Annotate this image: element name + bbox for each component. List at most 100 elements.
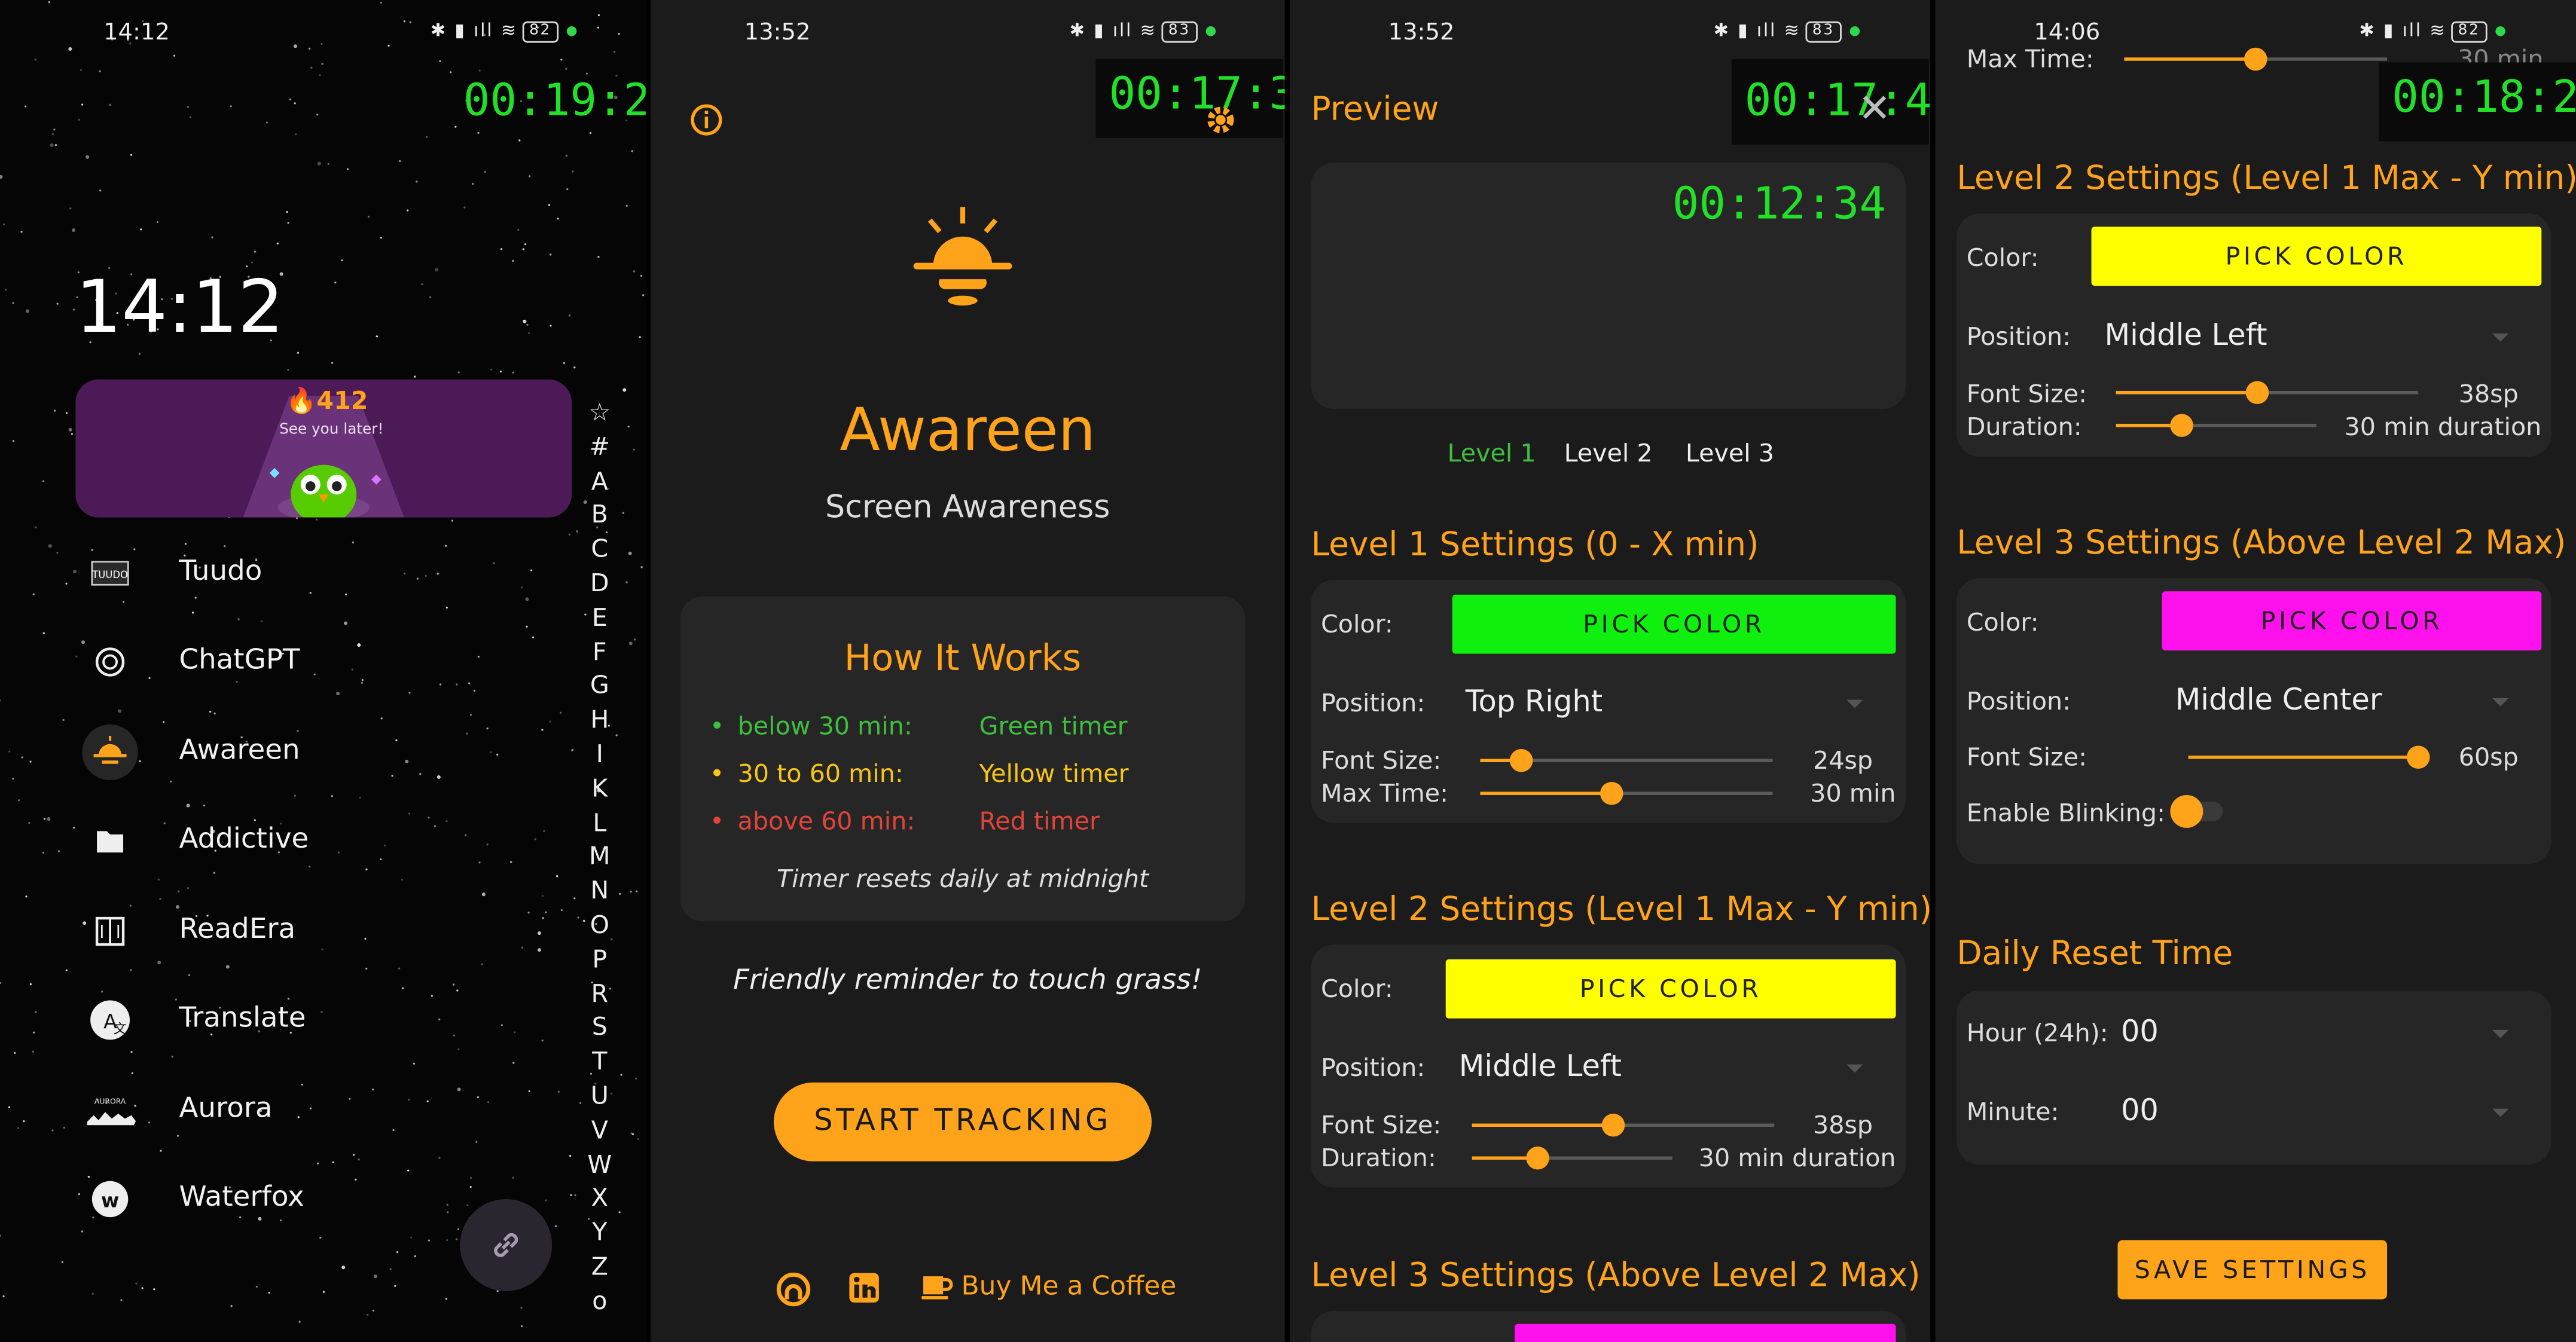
slider-thumb[interactable] [1527, 1147, 1550, 1170]
alphabet-index-letter[interactable]: H [583, 704, 616, 738]
reset-minute-select[interactable]: 00 [2121, 1094, 2159, 1129]
folder-icon [97, 831, 124, 853]
status-bar-time: 14:06 [2034, 19, 2101, 46]
level1-settings-title: Level 1 Settings (0 - X min) [1311, 524, 1759, 564]
tab-level-1[interactable]: Level 1 [1448, 439, 1536, 468]
level1-position-select[interactable]: Top Right [1466, 685, 1603, 720]
alphabet-index-letter[interactable]: R [583, 977, 616, 1011]
level2-pick-color-button[interactable]: PICK COLOR [1445, 959, 1896, 1019]
alphabet-index-letter[interactable]: C [583, 533, 616, 567]
position-label: Position: [1966, 322, 2071, 352]
link-fab-button[interactable] [460, 1199, 553, 1291]
alphabet-index-letter[interactable]: K [583, 772, 616, 806]
alphabet-index-letter[interactable]: S [583, 1011, 616, 1045]
alphabet-index-letter[interactable]: M [583, 840, 616, 874]
app-drawer-item-readera[interactable]: ReadEra [82, 900, 575, 962]
level2-pick-color-button[interactable]: PICK COLOR [2091, 227, 2542, 286]
level2-font-size-slider[interactable] [1472, 1114, 1775, 1137]
reset-hour-select[interactable]: 00 [2121, 1015, 2159, 1050]
linkedin-icon[interactable] [848, 1271, 881, 1304]
tab-level-2[interactable]: Level 2 [1564, 439, 1653, 468]
alphabet-index-letter[interactable]: W [583, 1147, 616, 1181]
touch-grass-reminder: Friendly reminder to touch grass! [733, 964, 1202, 997]
overlay-timer: 00:19:22 [463, 75, 646, 127]
info-icon[interactable] [688, 102, 724, 137]
status-bar-time: 13:52 [1388, 19, 1455, 46]
level1-max-time-slider[interactable] [1480, 781, 1773, 805]
privacy-dot [1205, 26, 1216, 36]
alphabet-index-letter[interactable]: T [583, 1045, 616, 1079]
app-drawer-item-tuudo[interactable]: TUUDO Tuudo [82, 542, 575, 604]
settings-preview-screen: 13:52 ✱ ▮ ıll ≋83 Preview 00:17:48 ✕ 00:… [1289, 0, 1931, 1342]
app-drawer-item-translate[interactable]: A 文 Translate [82, 989, 575, 1051]
level2-position-select[interactable]: Middle Left [2104, 319, 2267, 353]
save-settings-button[interactable]: SAVE SETTINGS [2117, 1240, 2388, 1300]
slider-fill [2188, 756, 2419, 759]
slider-thumb[interactable] [2407, 745, 2430, 769]
app-name: Addictive [179, 823, 309, 856]
slider-thumb[interactable] [1600, 781, 1623, 805]
github-icon[interactable] [776, 1271, 811, 1307]
alphabet-index-letter[interactable]: A [583, 464, 616, 499]
app-drawer-item-addictive[interactable]: Addictive [82, 810, 575, 872]
alphabet-index-letter[interactable]: U [583, 1079, 616, 1113]
slider-thumb[interactable] [1603, 1114, 1626, 1137]
book-icon [95, 916, 125, 946]
app-drawer-item-awareen[interactable]: Awareen [82, 721, 575, 783]
level1-pick-color-button[interactable]: PICK COLOR [1452, 594, 1896, 654]
level1-font-size-value: 24sp [1812, 745, 1873, 775]
alphabet-index-letter[interactable]: Y [583, 1216, 616, 1250]
alphabet-index-letter[interactable]: V [583, 1113, 616, 1147]
alphabet-index-letter[interactable]: X [583, 1182, 616, 1216]
slider-thumb[interactable] [1509, 749, 1533, 772]
alphabet-index-letter[interactable]: B [583, 499, 616, 533]
level1-font-size-slider[interactable] [1480, 749, 1773, 772]
waterfox-icon: w [91, 1181, 129, 1218]
duo-owl-icon [291, 464, 357, 518]
slider-thumb[interactable] [2244, 47, 2267, 71]
buy-me-coffee-link[interactable]: Buy Me a Coffee [920, 1268, 1176, 1301]
level3-font-size-slider[interactable] [2188, 745, 2430, 769]
alphabet-index-letter[interactable]: E [583, 601, 616, 635]
enable-blinking-toggle[interactable] [2170, 794, 2223, 828]
settings-gear-icon[interactable] [1202, 102, 1238, 137]
level3-pick-color-button[interactable] [1515, 1323, 1896, 1342]
start-tracking-button[interactable]: START TRACKING [774, 1082, 1152, 1161]
alphabet-index-letter[interactable]: o [583, 1284, 616, 1318]
rule-result: Red timer [979, 806, 1100, 836]
alphabet-index-letter[interactable]: I [583, 738, 616, 772]
alphabet-index[interactable]: ☆ # A B C D E F G H I K L M N O P R S T U V W X Y Zo [583, 396, 616, 1318]
font-size-label: Font Size: [1966, 742, 2087, 772]
close-icon[interactable]: ✕ [1858, 85, 1891, 132]
alphabet-index-letter[interactable]: Z [583, 1250, 616, 1284]
level3-pick-color-button[interactable]: PICK COLOR [2162, 591, 2542, 651]
level2-font-size-value: 38sp [2458, 379, 2519, 409]
battery-indicator: 83 [1805, 20, 1841, 42]
slider-thumb[interactable] [2171, 414, 2194, 437]
app-drawer-item-chatgpt[interactable]: ChatGPT [82, 631, 575, 693]
alphabet-index-letter[interactable]: G [583, 669, 616, 703]
alphabet-index-letter[interactable]: F [583, 635, 616, 669]
level3-position-select[interactable]: Middle Center [2175, 683, 2382, 718]
toggle-thumb [2170, 794, 2203, 828]
slider-thumb[interactable] [2247, 381, 2270, 404]
widget-message: See you later! [279, 422, 384, 439]
alphabet-index-letter[interactable]: P [583, 943, 616, 977]
level2-position-select[interactable]: Middle Left [1459, 1050, 1622, 1084]
bullet-dot: • [709, 806, 725, 836]
level2-font-size-slider[interactable] [2116, 381, 2419, 404]
alphabet-index-letter[interactable]: L [583, 806, 616, 840]
alphabet-index-letter[interactable]: # [583, 430, 616, 464]
level2-duration-slider[interactable] [1472, 1147, 1672, 1170]
level2-duration-slider[interactable] [2116, 414, 2316, 437]
duolingo-widget[interactable]: 🔥412 See you later! ◆ ◆ [75, 379, 572, 518]
alphabet-index-letter[interactable]: O [583, 908, 616, 942]
how-it-works-title: How It Works [844, 638, 1082, 680]
alphabet-index-letter[interactable]: ☆ [583, 396, 616, 430]
alphabet-index-letter[interactable]: D [583, 567, 616, 601]
app-drawer-item-aurora[interactable]: AURORA Aurora [82, 1079, 575, 1141]
alphabet-index-letter[interactable]: N [583, 874, 616, 908]
privacy-dot [2495, 26, 2505, 36]
tab-level-3[interactable]: Level 3 [1686, 439, 1774, 468]
level1-max-time-slider[interactable] [2124, 47, 2388, 71]
